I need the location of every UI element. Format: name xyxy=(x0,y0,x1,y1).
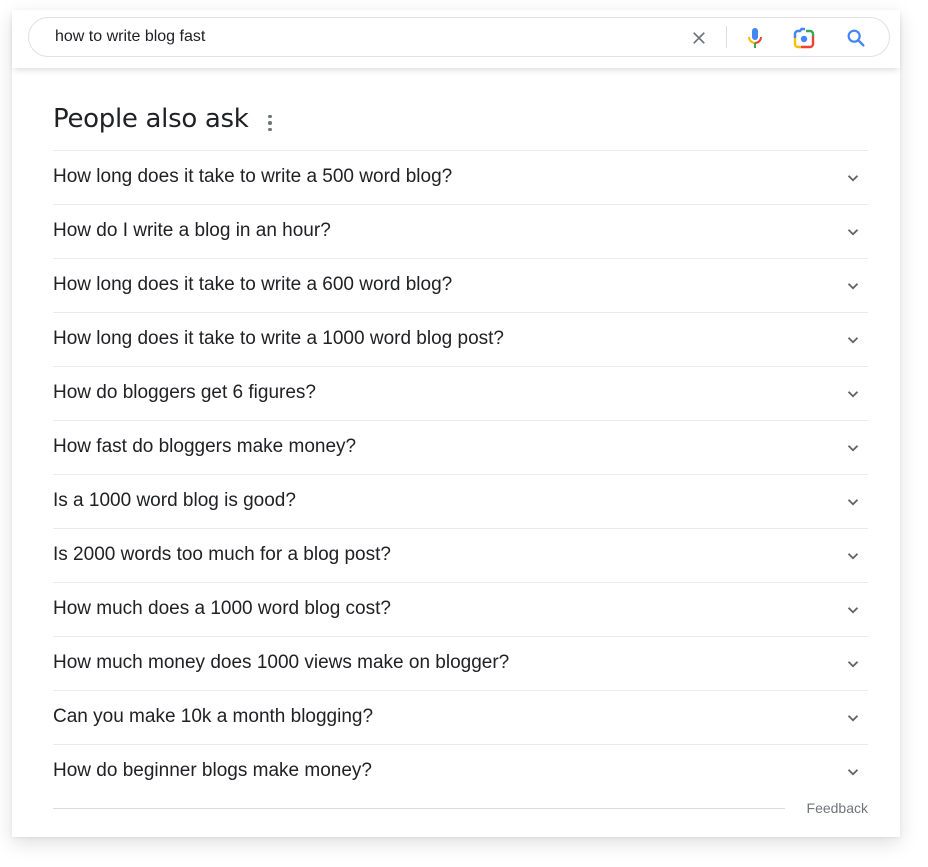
chevron-down-icon xyxy=(847,769,859,776)
search-submit-button[interactable] xyxy=(844,26,868,50)
questions-list: How long does it take to write a 500 wor… xyxy=(53,150,868,798)
chevron-down-icon xyxy=(847,175,859,182)
search-input[interactable] xyxy=(55,18,655,56)
image-search-button[interactable] xyxy=(792,26,816,50)
question-text: How long does it take to write a 500 wor… xyxy=(53,166,453,187)
feedback-link[interactable]: Feedback xyxy=(807,800,868,816)
chevron-down-icon xyxy=(847,499,859,506)
question-item[interactable]: Is a 1000 word blog is good? xyxy=(53,474,868,528)
chevron-down-icon xyxy=(847,391,859,398)
more-vert-icon xyxy=(268,114,272,119)
search-header xyxy=(12,10,900,68)
question-text: How fast do bloggers make money? xyxy=(53,436,357,457)
microphone-icon xyxy=(748,28,762,48)
chevron-down-icon xyxy=(847,715,859,722)
chevron-down-icon xyxy=(847,445,859,452)
question-item[interactable]: How do I write a blog in an hour? xyxy=(53,204,868,258)
google-lens-icon xyxy=(793,27,815,49)
question-item[interactable]: How do beginner blogs make money? xyxy=(53,744,868,798)
search-box xyxy=(28,17,890,57)
question-item[interactable]: How fast do bloggers make money? xyxy=(53,420,868,474)
chevron-down-icon xyxy=(847,229,859,236)
question-item[interactable]: How much money does 1000 views make on b… xyxy=(53,636,868,690)
question-text: How do bloggers get 6 figures? xyxy=(53,382,316,403)
question-text: How do I write a blog in an hour? xyxy=(53,220,331,241)
footer-divider xyxy=(53,808,785,809)
clear-search-button[interactable] xyxy=(687,26,711,50)
question-text: How much money does 1000 views make on b… xyxy=(53,652,510,673)
results-card: People also ask How long does it take to… xyxy=(12,10,900,837)
question-text: Is a 1000 word blog is good? xyxy=(53,490,296,511)
voice-search-button[interactable] xyxy=(743,26,767,50)
chevron-down-icon xyxy=(847,661,859,668)
search-divider xyxy=(726,26,727,48)
question-item[interactable]: How long does it take to write a 1000 wo… xyxy=(53,312,868,366)
paa-footer: Feedback xyxy=(53,798,868,822)
question-item[interactable]: How long does it take to write a 600 wor… xyxy=(53,258,868,312)
chevron-down-icon xyxy=(847,283,859,290)
question-text: How long does it take to write a 600 wor… xyxy=(53,274,453,295)
question-item[interactable]: How long does it take to write a 500 wor… xyxy=(53,150,868,204)
more-vert-icon-dot xyxy=(268,127,272,132)
question-text: How long does it take to write a 1000 wo… xyxy=(53,328,504,349)
chevron-down-icon xyxy=(847,607,859,614)
question-item[interactable]: Is 2000 words too much for a blog post? xyxy=(53,528,868,582)
question-text: How much does a 1000 word blog cost? xyxy=(53,598,391,619)
search-icon xyxy=(847,29,865,47)
question-item[interactable]: Can you make 10k a month blogging? xyxy=(53,690,868,744)
more-vert-icon-dot xyxy=(268,121,272,125)
close-icon xyxy=(693,32,705,44)
more-options-button[interactable] xyxy=(262,112,278,134)
question-text: Can you make 10k a month blogging? xyxy=(53,706,374,727)
chevron-down-icon xyxy=(847,553,859,560)
question-text: How do beginner blogs make money? xyxy=(53,760,372,781)
people-also-ask-title: People also ask xyxy=(53,104,249,134)
question-text: Is 2000 words too much for a blog post? xyxy=(53,544,391,565)
question-item[interactable]: How do bloggers get 6 figures? xyxy=(53,366,868,420)
question-item[interactable]: How much does a 1000 word blog cost? xyxy=(53,582,868,636)
chevron-down-icon xyxy=(847,337,859,344)
